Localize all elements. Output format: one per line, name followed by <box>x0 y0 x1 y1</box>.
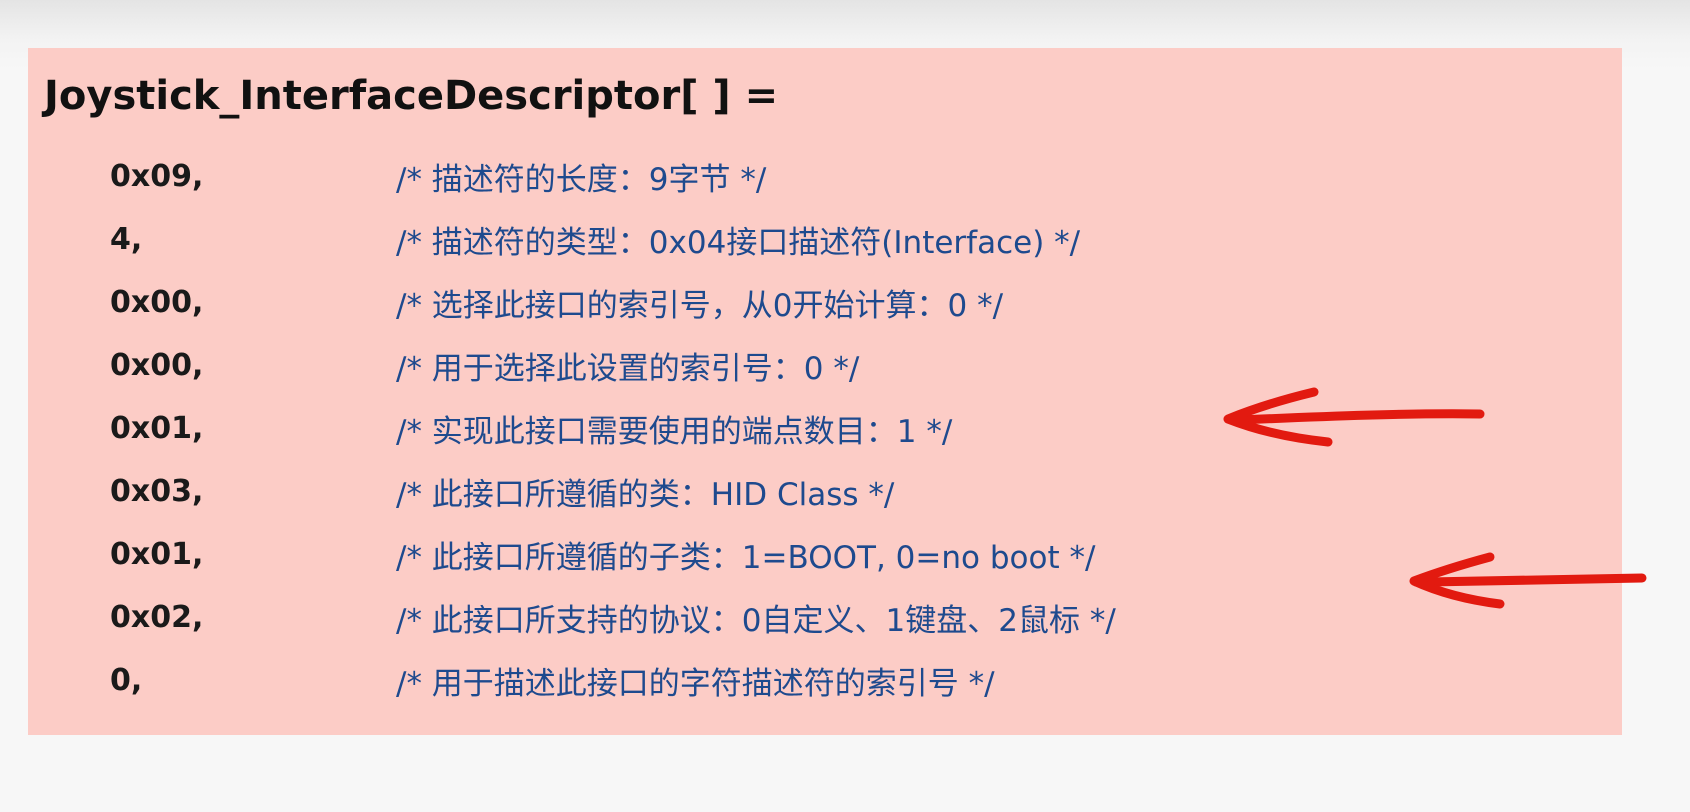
descriptor-row: 4, /* 描述符的类型：0x04接口描述符(Interface) */ <box>110 208 1590 271</box>
left-arrow-icon <box>1223 387 1485 447</box>
left-arrow-icon <box>1409 552 1647 609</box>
descriptor-row: 0x00, /* 选择此接口的索引号，从0开始计算：0 */ <box>110 271 1590 334</box>
field-comment: /* 此接口所遵循的类：HID Class */ <box>396 477 895 513</box>
field-value: 0x03, <box>110 474 204 509</box>
descriptor-row: 0x09, /* 描述符的长度：9字节 */ <box>110 145 1590 208</box>
descriptor-row: 0, /* 用于描述此接口的字符描述符的索引号 */ <box>110 649 1590 712</box>
field-value: 0x02, <box>110 600 204 635</box>
field-value: 4, <box>110 222 143 257</box>
field-value: 0x09, <box>110 159 204 194</box>
descriptor-row: 0x02, /* 此接口所支持的协议：0自定义、1键盘、2鼠标 */ <box>110 586 1590 649</box>
field-comment: /* 描述符的长度：9字节 */ <box>396 162 767 198</box>
arrow-stroke <box>1409 552 1647 609</box>
field-comment: /* 此接口所支持的协议：0自定义、1键盘、2鼠标 */ <box>396 603 1116 639</box>
field-value: 0x01, <box>110 537 204 572</box>
field-value: 0x00, <box>110 285 204 320</box>
field-comment: /* 用于描述此接口的字符描述符的索引号 */ <box>396 666 995 702</box>
field-comment: /* 描述符的类型：0x04接口描述符(Interface) */ <box>396 225 1081 261</box>
field-comment: /* 用于选择此设置的索引号：0 */ <box>396 351 860 387</box>
descriptor-row: 0x01, /* 此接口所遵循的子类：1=BOOT, 0=no boot */ <box>110 523 1590 586</box>
descriptor-title: Joystick_InterfaceDescriptor[ ] = <box>44 73 779 119</box>
field-value: 0x01, <box>110 411 204 446</box>
field-value: 0x00, <box>110 348 204 383</box>
field-value: 0, <box>110 663 143 698</box>
field-comment: /* 此接口所遵循的子类：1=BOOT, 0=no boot */ <box>396 540 1096 576</box>
arrow-stroke <box>1223 387 1485 447</box>
descriptor-row: 0x03, /* 此接口所遵循的类：HID Class */ <box>110 460 1590 523</box>
field-comment: /* 选择此接口的索引号，从0开始计算：0 */ <box>396 288 1004 324</box>
field-comment: /* 实现此接口需要使用的端点数目：1 */ <box>396 414 953 450</box>
